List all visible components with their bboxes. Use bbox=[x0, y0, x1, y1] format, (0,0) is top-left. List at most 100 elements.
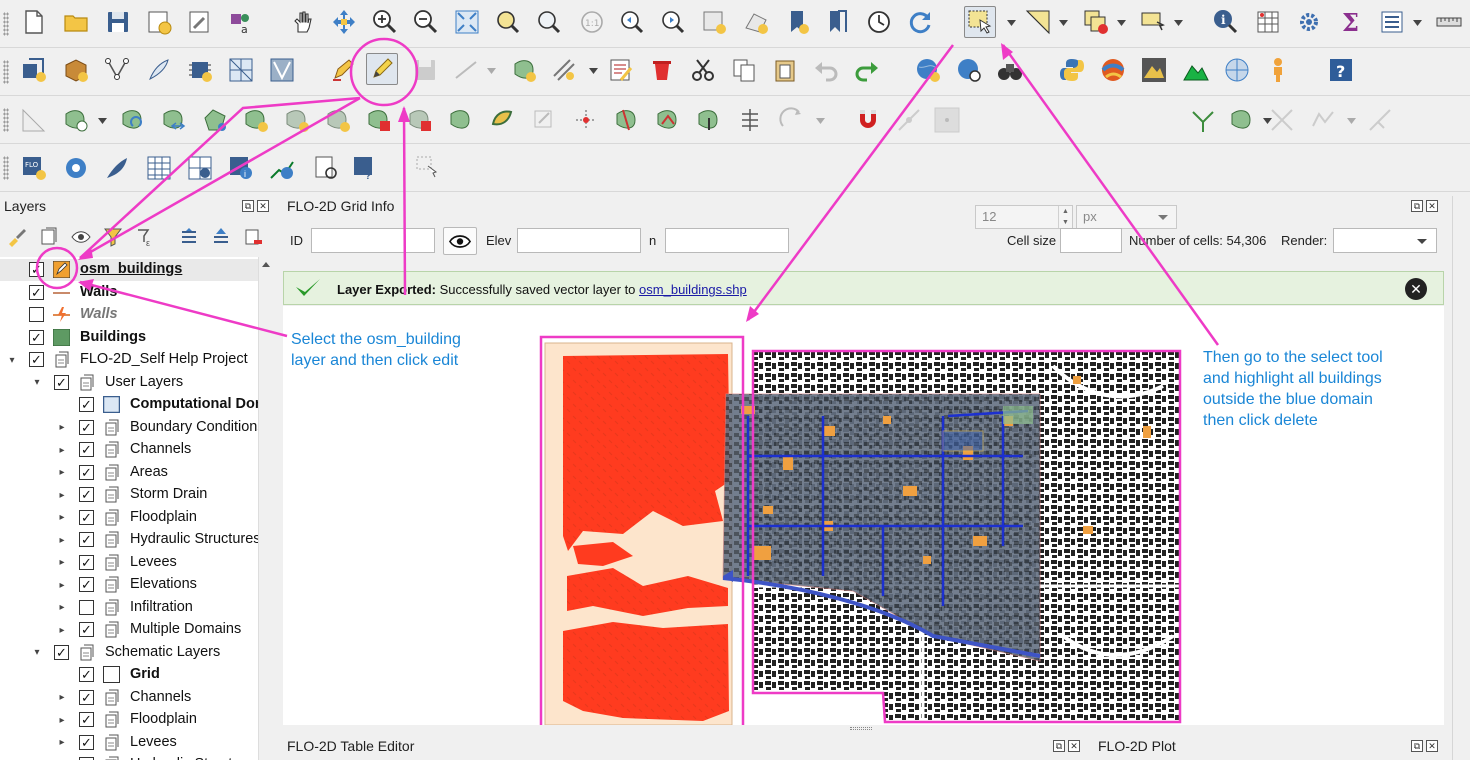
grid-globe-icon[interactable] bbox=[1221, 54, 1253, 86]
layer-row[interactable]: ▸✓Hydraulic Structures bbox=[0, 529, 258, 551]
layers-scrollbar[interactable] bbox=[258, 257, 272, 760]
float-panel-icon[interactable]: ⧉ bbox=[242, 200, 254, 212]
flo2d-help-icon[interactable]: ? bbox=[349, 152, 381, 184]
layer-visibility-checkbox[interactable]: ✓ bbox=[79, 464, 94, 480]
select-features-icon[interactable] bbox=[964, 6, 996, 38]
expand-arrow-icon[interactable]: ▸ bbox=[57, 692, 67, 703]
split-features-icon[interactable] bbox=[611, 104, 643, 136]
layer-visibility-checkbox[interactable]: ✓ bbox=[79, 532, 94, 547]
flo2d-profile-icon[interactable] bbox=[266, 152, 298, 184]
save-project-icon[interactable] bbox=[102, 6, 134, 38]
close-panel-icon[interactable]: ✕ bbox=[1068, 740, 1080, 752]
flo2d-report-icon[interactable] bbox=[310, 152, 342, 184]
flo2d-select-grid-icon[interactable] bbox=[412, 152, 444, 184]
flo2d-setup-icon[interactable]: FLO bbox=[18, 152, 50, 184]
layer-visibility-checkbox[interactable]: ✓ bbox=[79, 554, 94, 570]
identify-features-icon[interactable]: i bbox=[1210, 6, 1242, 38]
layer-row[interactable]: ▸ ✓ Channels bbox=[0, 439, 258, 461]
deselect-all-icon[interactable] bbox=[1080, 6, 1112, 38]
expand-arrow-icon[interactable]: ▸ bbox=[57, 422, 67, 433]
snap-intersection-icon[interactable] bbox=[1266, 104, 1298, 136]
close-panel-icon[interactable]: ✕ bbox=[1426, 740, 1438, 752]
collapse-arrow-icon[interactable]: ▾ bbox=[32, 377, 42, 388]
expand-arrow-icon[interactable]: ▸ bbox=[57, 490, 67, 501]
snapping-mode-icon[interactable] bbox=[893, 104, 925, 136]
zoom-full-icon[interactable] bbox=[451, 6, 483, 38]
message-link[interactable]: osm_buildings.shp bbox=[639, 282, 747, 297]
tracing-dropdown[interactable] bbox=[1346, 116, 1356, 126]
layer-row[interactable]: ✓ Walls bbox=[0, 282, 258, 304]
zoom-in-icon[interactable] bbox=[369, 6, 401, 38]
eye-button[interactable] bbox=[443, 227, 477, 255]
simplify-icon[interactable] bbox=[240, 104, 272, 136]
mesh-layer-icon[interactable] bbox=[225, 54, 257, 86]
snap-unit-select[interactable]: px bbox=[1076, 205, 1177, 229]
wms-globe-icon[interactable] bbox=[912, 54, 944, 86]
measure-angle-icon[interactable] bbox=[18, 104, 50, 136]
select-location-icon[interactable] bbox=[1137, 6, 1169, 38]
style-brush-icon[interactable] bbox=[6, 226, 28, 248]
layer-visibility-checkbox[interactable] bbox=[29, 307, 44, 322]
flo2d-table-icon[interactable] bbox=[143, 152, 175, 184]
layer-row[interactable]: ▸ ✓ Boundary Conditions bbox=[0, 417, 258, 439]
python-console-icon[interactable] bbox=[1056, 54, 1088, 86]
layer-visibility-checkbox[interactable]: ✓ bbox=[79, 442, 94, 457]
layer-visibility-checkbox[interactable]: ✓ bbox=[79, 577, 94, 592]
zoom-to-layer-icon[interactable] bbox=[533, 6, 565, 38]
new-print-layout-icon[interactable] bbox=[143, 6, 175, 38]
delete-ring-icon[interactable] bbox=[363, 104, 395, 136]
expand-arrow-icon[interactable]: ▸ bbox=[57, 535, 67, 546]
layer-visibility-checkbox[interactable]: ✓ bbox=[79, 397, 94, 412]
cut-features-icon[interactable] bbox=[687, 54, 719, 86]
layer-row[interactable]: ▸ ✓ Levees bbox=[0, 732, 258, 754]
map-resize-handle[interactable] bbox=[850, 727, 872, 730]
close-panel-icon[interactable]: ✕ bbox=[257, 200, 269, 212]
layer-row[interactable]: ✓ Computational Domain bbox=[0, 394, 258, 416]
select-by-value-dropdown[interactable] bbox=[1058, 18, 1068, 28]
merge-features-icon[interactable] bbox=[652, 104, 684, 136]
node-tool-dropdown[interactable] bbox=[588, 66, 598, 76]
new-project-icon[interactable] bbox=[18, 6, 50, 38]
redo-icon[interactable] bbox=[851, 54, 883, 86]
offset-polygon-icon[interactable] bbox=[486, 104, 518, 136]
layer-row[interactable]: ▸✓Hydraulic Structures bbox=[0, 754, 258, 760]
fill-ring-icon[interactable] bbox=[117, 104, 149, 136]
layer-visibility-checkbox[interactable]: ✓ bbox=[79, 419, 94, 435]
pan-hand-icon[interactable] bbox=[287, 6, 319, 38]
undo-icon[interactable] bbox=[810, 54, 842, 86]
measure-ruler-icon[interactable] bbox=[1432, 6, 1464, 38]
layer-row[interactable]: ✓ Buildings bbox=[0, 327, 258, 349]
cell-size-input[interactable] bbox=[1060, 228, 1122, 253]
collapse-arrow-icon[interactable]: ▾ bbox=[7, 355, 17, 366]
toolbar-grip[interactable] bbox=[3, 156, 9, 180]
float-panel-icon[interactable]: ⧉ bbox=[1411, 740, 1423, 752]
layer-visibility-checkbox[interactable]: ✓ bbox=[79, 712, 94, 727]
close-panel-icon[interactable]: ✕ bbox=[1426, 200, 1438, 212]
new-map-view-icon[interactable] bbox=[698, 6, 730, 38]
elev-input[interactable] bbox=[517, 228, 641, 253]
expand-arrow-icon[interactable]: ▸ bbox=[57, 580, 67, 591]
select-tool-dropdown[interactable] bbox=[1006, 18, 1016, 28]
attribute-list-dropdown[interactable] bbox=[1412, 18, 1422, 28]
plugin-ball-icon[interactable] bbox=[1097, 54, 1129, 86]
expand-arrow-icon[interactable]: ▸ bbox=[57, 445, 67, 456]
layer-row[interactable]: ▾ ✓ User Layers bbox=[0, 372, 258, 394]
add-group-icon[interactable] bbox=[38, 226, 60, 248]
layer-row[interactable]: ▸ ✓ Areas bbox=[0, 462, 258, 484]
layer-visibility-checkbox[interactable]: ✓ bbox=[29, 329, 44, 345]
statistics-sigma-icon[interactable]: Σ bbox=[1334, 6, 1366, 38]
binoculars-icon[interactable] bbox=[994, 54, 1026, 86]
scroll-up-icon[interactable] bbox=[262, 262, 270, 267]
help-icon[interactable]: ? bbox=[1325, 54, 1357, 86]
reshape-features-icon[interactable] bbox=[158, 104, 190, 136]
collapse-all-icon[interactable] bbox=[210, 226, 232, 248]
layer-row[interactable]: ▸ ✓ Floodplain bbox=[0, 507, 258, 529]
current-edits-icon[interactable] bbox=[327, 54, 359, 86]
layer-row[interactable]: ▸ Infiltration bbox=[0, 597, 258, 619]
add-ring-dropdown[interactable] bbox=[97, 116, 107, 126]
render-select[interactable] bbox=[1333, 228, 1437, 253]
add-vector-layer-icon[interactable] bbox=[18, 54, 50, 86]
expand-arrow-icon[interactable]: ▸ bbox=[57, 467, 67, 478]
layer-row[interactable]: ▸ ✓ Elevations bbox=[0, 574, 258, 596]
id-input[interactable] bbox=[311, 228, 435, 253]
